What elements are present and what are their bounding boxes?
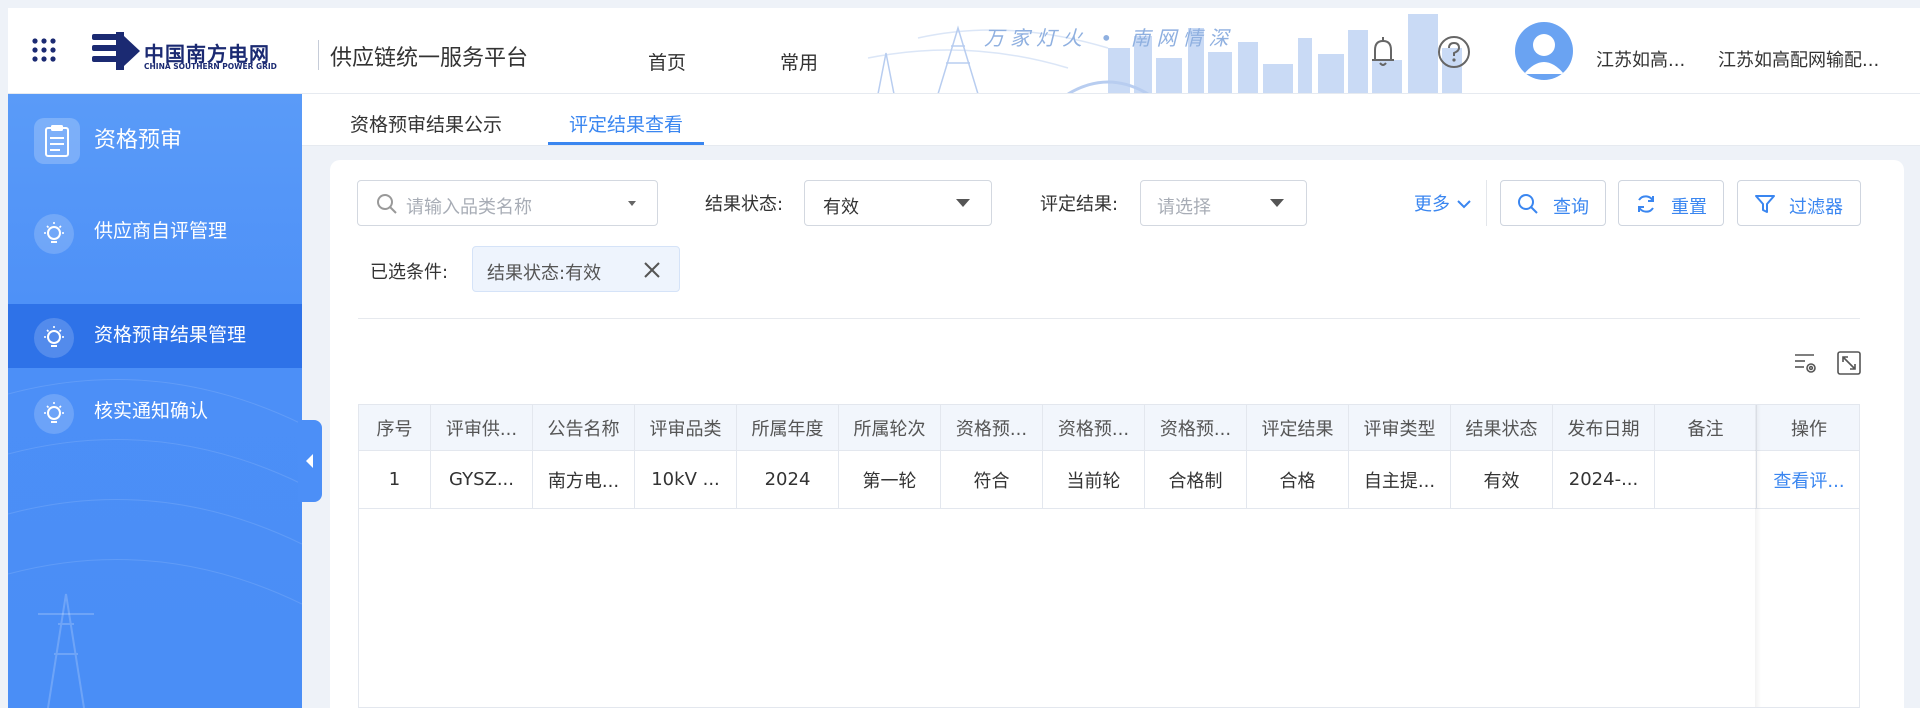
column-header[interactable]: 序号	[359, 405, 431, 450]
column-header[interactable]: 资格预...	[941, 405, 1043, 450]
column-settings-icon[interactable]	[1792, 350, 1818, 376]
fullscreen-icon[interactable]	[1836, 350, 1862, 376]
result-filter-label: 评定结果:	[1040, 194, 1119, 215]
org-name[interactable]: 江苏如高配网输配...	[1718, 46, 1879, 72]
reset-label: 重置	[1671, 197, 1707, 218]
chevron-down-icon	[1457, 200, 1471, 209]
lightbulb-icon	[34, 214, 74, 254]
help-icon[interactable]	[1434, 32, 1474, 72]
sidebar-item-verify-notice[interactable]: 核实通知确认	[8, 380, 302, 444]
filter-divider	[358, 318, 1860, 319]
cell-supplier: GYSZ...	[431, 451, 533, 508]
query-label: 查询	[1553, 197, 1589, 218]
column-header[interactable]: 所属年度	[737, 405, 839, 450]
tab-evaluation-view[interactable]: 评定结果查看	[569, 110, 683, 137]
cell-remark	[1655, 451, 1757, 508]
chip-label: 结果状态:有效	[487, 263, 602, 284]
sidebar-collapse-button[interactable]	[298, 420, 322, 502]
status-select-value: 有效	[823, 197, 859, 218]
active-tab-indicator	[548, 142, 704, 145]
cell-result: 合格	[1247, 451, 1349, 508]
sidebar-item-result-management[interactable]: 资格预审结果管理	[8, 304, 302, 368]
refresh-icon	[1638, 195, 1654, 213]
query-button[interactable]: 查询	[1500, 180, 1606, 226]
caret-down-icon	[628, 201, 636, 206]
column-header[interactable]: 发布日期	[1553, 405, 1655, 450]
selected-conditions-label: 已选条件:	[370, 262, 449, 283]
nav-home[interactable]: 首页	[648, 48, 686, 75]
results-table: 序号 评审供... 公告名称 评审品类 所属年度 所属轮次 资格预... 资格预…	[358, 404, 1860, 708]
cell-prequal-3: 合格制	[1145, 451, 1247, 508]
header-slogan: 万家灯火 • 南网情深	[984, 26, 1235, 50]
view-evaluation-link[interactable]: 查看评...	[1757, 451, 1859, 508]
bell-icon[interactable]	[1363, 32, 1403, 72]
column-header[interactable]: 资格预...	[1043, 405, 1145, 450]
csg-logo-icon	[92, 32, 140, 70]
top-header: 中国南方电网 CHINA SOUTHERN POWER GRID 供应链统一服务…	[8, 8, 1920, 94]
sidebar-title: 资格预审	[94, 128, 183, 153]
sidebar: 资格预审 供应商自评管理 资格预审结果管理 核实通知确认	[8, 94, 302, 708]
result-select[interactable]: 请选择	[1140, 180, 1307, 226]
fixed-column-shadow	[1755, 405, 1761, 707]
status-select[interactable]: 有效	[804, 180, 992, 226]
lightbulb-icon	[34, 394, 74, 434]
status-filter-label: 结果状态:	[705, 194, 784, 215]
more-filters-label: 更多	[1414, 194, 1450, 215]
lightbulb-icon	[34, 318, 74, 358]
column-header[interactable]: 备注	[1655, 405, 1757, 450]
apps-grid-icon[interactable]	[30, 36, 58, 64]
sidebar-item-label: 供应商自评管理	[94, 220, 228, 242]
column-header[interactable]: 评审品类	[635, 405, 737, 450]
caret-down-icon	[1270, 199, 1284, 207]
toolbar-separator	[1486, 180, 1487, 226]
column-header[interactable]: 公告名称	[533, 405, 635, 450]
filter-label: 过滤器	[1789, 197, 1843, 218]
cell-status: 有效	[1451, 451, 1553, 508]
tabs-bar: 资格预审结果公示 评定结果查看	[302, 94, 1920, 146]
nav-common[interactable]: 常用	[780, 48, 818, 75]
column-header: 操作	[1791, 418, 1827, 440]
column-header[interactable]: 评审供...	[431, 405, 533, 450]
cell-year: 2024	[737, 451, 839, 508]
funnel-icon	[1755, 195, 1775, 213]
column-header[interactable]: 结果状态	[1451, 405, 1553, 450]
result-select-placeholder: 请选择	[1157, 197, 1211, 218]
cell-publish-date: 2024-...	[1553, 451, 1655, 508]
cell-prequal-2: 当前轮	[1043, 451, 1145, 508]
column-header[interactable]: 所属轮次	[839, 405, 941, 450]
caret-down-icon	[956, 199, 970, 207]
cell-index: 1	[359, 451, 431, 508]
logo-divider	[318, 40, 319, 70]
user-avatar-icon[interactable]	[1515, 22, 1573, 80]
filter-button[interactable]: 过滤器	[1737, 180, 1861, 226]
table-row: 1 GYSZ... 南方电... 10kV ... 2024 第一轮 符合 当前…	[359, 451, 1859, 509]
chevron-left-icon	[306, 454, 313, 468]
cell-prequal-1: 符合	[941, 451, 1043, 508]
more-filters-link[interactable]: 更多	[1414, 190, 1472, 216]
sidebar-item-label: 资格预审结果管理	[94, 324, 247, 346]
sidebar-item-label: 核实通知确认	[94, 400, 209, 422]
search-icon	[1518, 194, 1538, 214]
cell-round: 第一轮	[839, 451, 941, 508]
cell-category: 10kV ...	[635, 451, 737, 508]
table-header: 序号 评审供... 公告名称 评审品类 所属年度 所属轮次 资格预... 资格预…	[359, 405, 1859, 451]
column-header[interactable]: 评定结果	[1247, 405, 1349, 450]
cell-review-type: 自主提...	[1349, 451, 1451, 508]
reset-button[interactable]: 重置	[1618, 180, 1724, 226]
close-icon[interactable]	[641, 259, 663, 281]
logo-subtitle: CHINA SOUTHERN POWER GRID	[144, 62, 277, 71]
search-icon	[377, 194, 397, 214]
sidebar-item-self-evaluation[interactable]: 供应商自评管理	[8, 200, 302, 264]
user-name[interactable]: 江苏如高...	[1596, 46, 1685, 72]
selected-condition-chip: 结果状态:有效	[472, 246, 680, 292]
column-header[interactable]: 评审类型	[1349, 405, 1451, 450]
cell-notice-name: 南方电...	[533, 451, 635, 508]
category-search-input[interactable]: 请输入品类名称	[357, 180, 658, 226]
column-header[interactable]: 资格预...	[1145, 405, 1247, 450]
tab-result-publicity[interactable]: 资格预审结果公示	[350, 110, 502, 137]
platform-title: 供应链统一服务平台	[330, 46, 529, 71]
search-placeholder: 请输入品类名称	[406, 197, 532, 218]
clipboard-icon	[34, 118, 80, 164]
